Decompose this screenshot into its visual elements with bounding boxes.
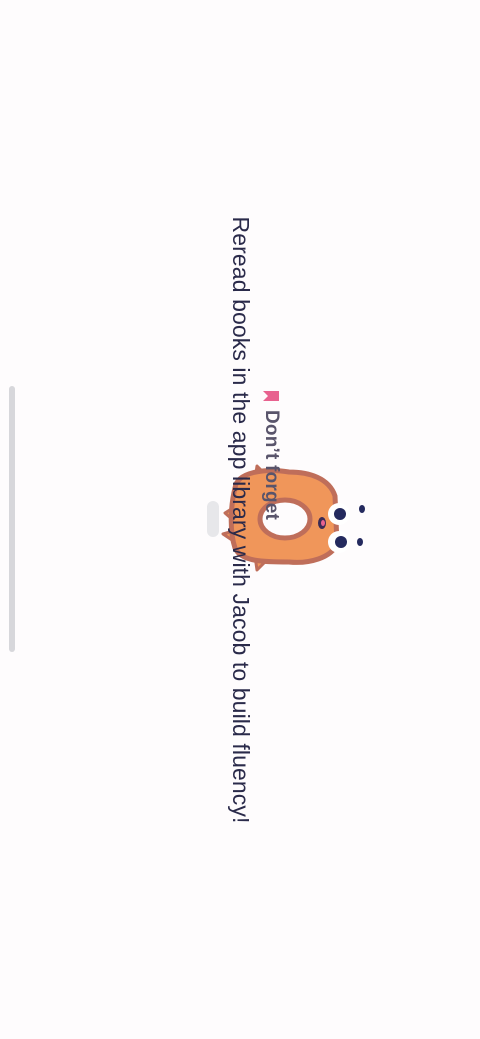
bookmark-icon — [263, 391, 279, 401]
main-message: Reread books in the app library with Jac… — [228, 216, 254, 824]
eye-icon — [335, 536, 347, 548]
screen: Don’t forget Reread books in the app lib… — [0, 0, 480, 1039]
eye-icon — [334, 508, 346, 520]
scroll-indicator[interactable] — [9, 386, 15, 652]
reminder-row: Don’t forget — [260, 390, 282, 520]
message-block: Don’t forget Reread books in the app lib… — [212, 210, 292, 830]
reminder-label: Don’t forget — [261, 410, 282, 521]
